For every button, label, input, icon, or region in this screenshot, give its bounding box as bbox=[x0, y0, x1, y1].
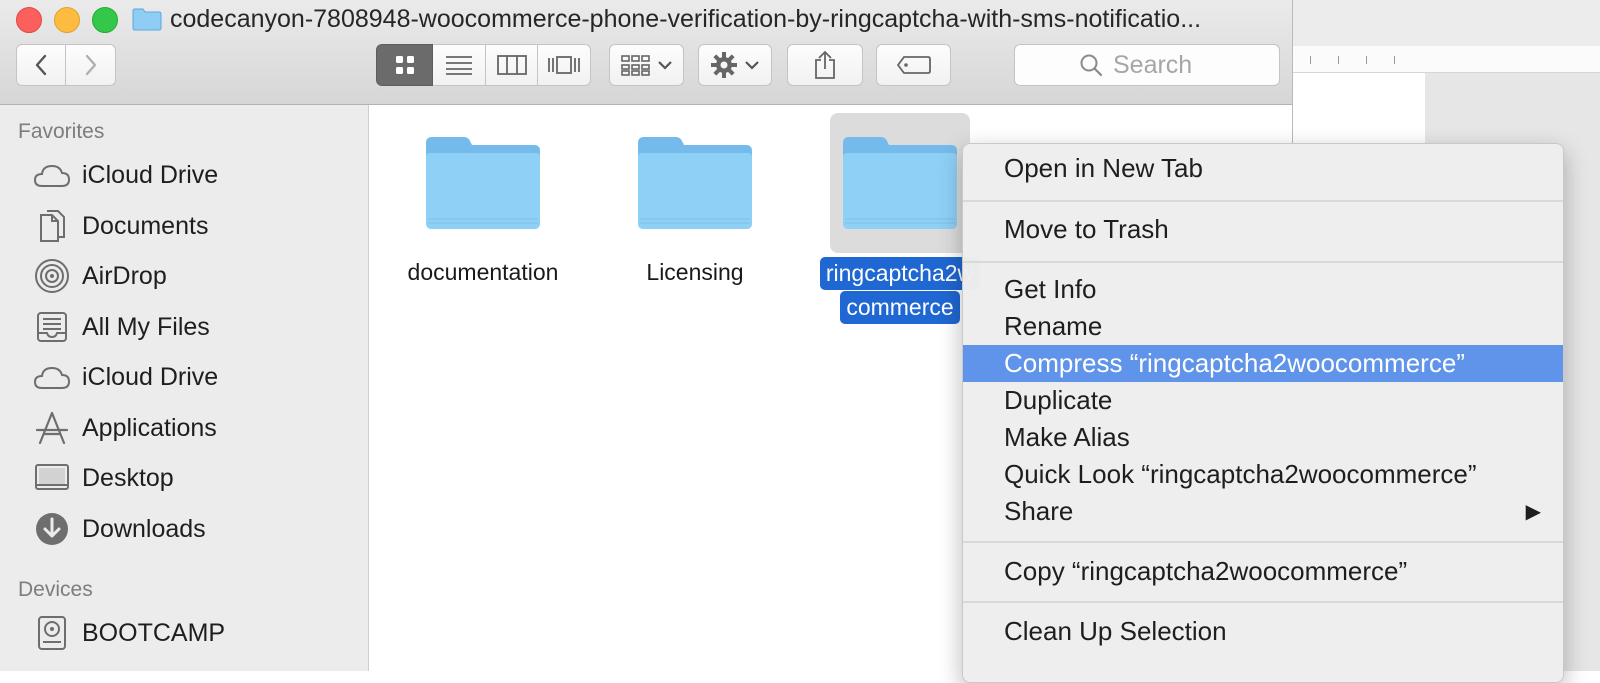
sidebar: Favorites iCloud Drive Documents AirDrop… bbox=[0, 105, 369, 671]
forward-button[interactable] bbox=[66, 44, 116, 86]
sidebar-item-documents[interactable]: Documents bbox=[30, 203, 360, 249]
sidebar-item-label: Downloads bbox=[82, 514, 206, 543]
sidebar-item-bootcamp[interactable]: BOOTCAMP bbox=[30, 610, 360, 656]
cover-flow-icon bbox=[548, 56, 580, 74]
sidebar-item-icloud-drive[interactable]: iCloud Drive bbox=[30, 152, 360, 198]
menu-item-move-to-trash[interactable]: Move to Trash bbox=[963, 211, 1563, 248]
folder-item[interactable]: documentation bbox=[403, 113, 563, 288]
sidebar-item-airdrop[interactable]: AirDrop bbox=[30, 253, 360, 299]
columns-icon bbox=[496, 55, 527, 75]
document-ruler bbox=[1290, 46, 1600, 73]
share-icon bbox=[815, 50, 835, 79]
sidebar-item-applications[interactable]: Applications bbox=[30, 405, 360, 451]
sidebar-item-label: Documents bbox=[82, 211, 209, 240]
submenu-arrow-icon: ▶ bbox=[1525, 501, 1541, 523]
background-window-toolbar bbox=[1290, 0, 1600, 47]
all-files-icon bbox=[30, 307, 74, 347]
gear-icon bbox=[711, 52, 737, 78]
list-icon bbox=[446, 56, 472, 75]
menu-item-share[interactable]: Share ▶ bbox=[963, 493, 1563, 530]
menu-item-compress[interactable]: Compress “ringcaptcha2woocommerce” bbox=[963, 345, 1563, 382]
list-view-button[interactable] bbox=[433, 44, 486, 86]
action-button[interactable] bbox=[698, 44, 772, 86]
desktop-icon bbox=[30, 458, 74, 498]
sidebar-item-label: iCloud Drive bbox=[82, 160, 219, 189]
folder-name-line-2: commerce bbox=[840, 291, 960, 324]
search-field[interactable] bbox=[1014, 44, 1280, 86]
sidebar-item-label: Desktop bbox=[82, 463, 174, 492]
documents-icon bbox=[30, 206, 74, 246]
tag-icon bbox=[896, 56, 931, 74]
zoom-window-button[interactable] bbox=[92, 7, 118, 33]
arrange-icon bbox=[620, 55, 650, 76]
menu-separator bbox=[963, 541, 1563, 543]
menu-item-get-info[interactable]: Get Info bbox=[963, 271, 1563, 308]
menu-item-rename[interactable]: Rename bbox=[963, 308, 1563, 345]
folder-icon bbox=[132, 8, 162, 31]
sidebar-item-downloads[interactable]: Downloads bbox=[30, 506, 360, 552]
sidebar-item-label: iCloud Drive bbox=[82, 362, 219, 391]
folder-icon bbox=[625, 113, 765, 253]
menu-item-copy[interactable]: Copy “ringcaptcha2woocommerce” bbox=[963, 553, 1563, 590]
sidebar-item-all-my-files[interactable]: All My Files bbox=[30, 304, 360, 350]
folder-name: Licensing bbox=[646, 259, 744, 285]
grid-icon bbox=[395, 56, 414, 74]
chevron-down-icon bbox=[657, 61, 672, 70]
menu-item-duplicate[interactable]: Duplicate bbox=[963, 382, 1563, 419]
title-bar: codecanyon-7808948-woocommerce-phone-ver… bbox=[0, 0, 1292, 105]
view-mode-control bbox=[376, 44, 591, 86]
sidebar-item-label: AirDrop bbox=[82, 261, 167, 290]
menu-item-open-in-new-tab[interactable]: Open in New Tab bbox=[963, 150, 1563, 187]
arrange-button[interactable] bbox=[609, 44, 684, 86]
applications-icon bbox=[30, 408, 74, 448]
favorites-heading: Favorites bbox=[18, 120, 105, 143]
devices-heading: Devices bbox=[18, 578, 93, 601]
menu-separator bbox=[963, 261, 1563, 263]
cloud-icon bbox=[30, 155, 74, 195]
icon-view-button[interactable] bbox=[376, 44, 433, 86]
minimize-window-button[interactable] bbox=[54, 7, 80, 33]
cloud-icon bbox=[30, 357, 74, 397]
folder-name-line-1: ringcaptcha2w bbox=[819, 257, 981, 290]
menu-separator bbox=[963, 200, 1563, 202]
airdrop-icon bbox=[30, 256, 74, 296]
disk-icon bbox=[30, 613, 74, 653]
chevron-down-icon bbox=[745, 61, 759, 70]
chevron-left-icon bbox=[35, 54, 47, 76]
sidebar-item-label: BOOTCAMP bbox=[82, 618, 226, 647]
sidebar-item-label: Applications bbox=[82, 413, 217, 442]
close-window-button[interactable] bbox=[16, 7, 42, 33]
search-input[interactable] bbox=[1111, 49, 1215, 81]
tags-button[interactable] bbox=[876, 44, 951, 86]
search-icon bbox=[1080, 54, 1103, 77]
menu-item-make-alias[interactable]: Make Alias bbox=[963, 419, 1563, 456]
sidebar-item-desktop[interactable]: Desktop bbox=[30, 455, 360, 501]
back-button[interactable] bbox=[16, 44, 66, 86]
share-button[interactable] bbox=[787, 44, 863, 86]
chevron-right-icon bbox=[85, 54, 96, 76]
navigation-buttons bbox=[16, 44, 116, 86]
sidebar-item-label: All My Files bbox=[82, 312, 210, 341]
menu-item-clean-up-selection[interactable]: Clean Up Selection bbox=[963, 613, 1563, 650]
menu-separator bbox=[963, 601, 1563, 603]
folder-name: documentation bbox=[407, 259, 559, 285]
folder-item[interactable]: Licensing bbox=[615, 113, 775, 288]
folder-icon bbox=[830, 113, 970, 253]
downloads-icon bbox=[30, 509, 74, 549]
folder-icon bbox=[413, 113, 553, 253]
window-title: codecanyon-7808948-woocommerce-phone-ver… bbox=[170, 5, 1202, 33]
cover-flow-view-button[interactable] bbox=[538, 44, 591, 86]
menu-item-quick-look[interactable]: Quick Look “ringcaptcha2woocommerce” bbox=[963, 456, 1563, 493]
column-view-button[interactable] bbox=[486, 44, 538, 86]
sidebar-item-icloud-drive-2[interactable]: iCloud Drive bbox=[30, 354, 360, 400]
context-menu: Open in New Tab Move to Trash Get Info R… bbox=[962, 143, 1564, 683]
